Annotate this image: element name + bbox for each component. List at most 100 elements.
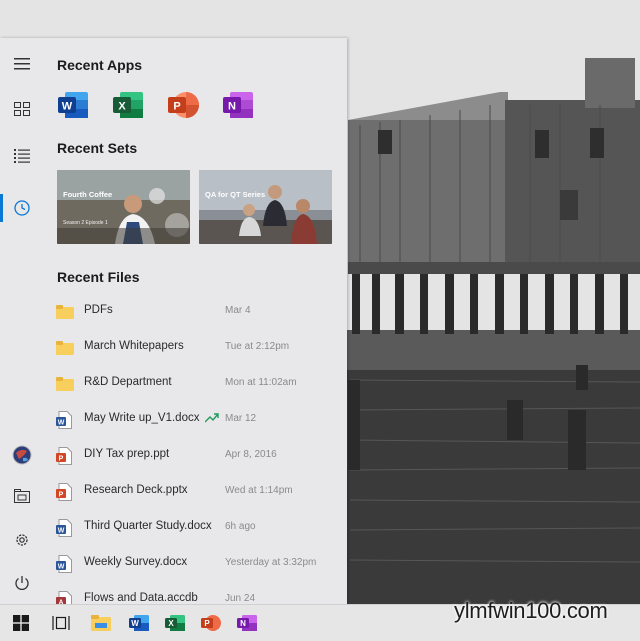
file-date: Mon at 11:02am <box>225 377 297 388</box>
recent-file-row[interactable]: A Flows and Data.accdb Jun 24 <box>56 582 338 604</box>
power-button[interactable] <box>0 565 44 601</box>
powerpoint-doc-icon: P <box>56 447 72 465</box>
excel-icon: X <box>165 615 185 631</box>
power-icon <box>15 576 29 590</box>
trending-icon <box>205 413 219 423</box>
svg-text:P: P <box>173 101 180 113</box>
file-type-icon <box>56 375 74 393</box>
set-thumbnail-image <box>57 170 190 244</box>
file-name: Weekly Survey.docx <box>84 556 188 568</box>
file-type-icon <box>56 339 74 357</box>
svg-text:P: P <box>59 491 64 498</box>
hamburger-icon <box>14 58 30 70</box>
task-view-icon <box>52 616 70 630</box>
file-name: PDFs <box>84 304 113 316</box>
svg-text:N: N <box>228 101 236 113</box>
list-icon <box>14 149 30 163</box>
taskbar-onenote[interactable]: N <box>228 605 266 641</box>
set-title: QA for QT Series <box>205 190 266 199</box>
svg-text:W: W <box>62 101 73 113</box>
svg-text:W: W <box>58 563 65 570</box>
file-date: Yesterday at 3:32pm <box>225 557 317 568</box>
file-name: R&D Department <box>84 376 172 388</box>
svg-text:X: X <box>168 619 174 628</box>
file-date: Apr 8, 2016 <box>225 449 277 460</box>
file-type-icon: W <box>56 519 74 537</box>
folder-icon <box>56 305 74 319</box>
powerpoint-icon: P <box>168 92 199 118</box>
recent-app-powerpoint[interactable]: P <box>167 90 199 120</box>
apps-button[interactable] <box>0 91 44 127</box>
file-date: Jun 24 <box>225 593 256 604</box>
hamburger-button[interactable] <box>0 46 44 82</box>
recent-file-row[interactable]: PDFs Mar 4 <box>56 294 338 330</box>
recent-file-row[interactable]: R&D Department Mon at 11:02am <box>56 366 338 402</box>
word-icon: W <box>129 615 149 631</box>
list-button[interactable] <box>0 138 44 174</box>
recent-files-title: Recent Files <box>57 269 140 285</box>
taskbar-excel[interactable]: X <box>156 605 194 641</box>
start-button[interactable] <box>2 605 40 641</box>
powerpoint-icon: P <box>201 615 221 631</box>
file-type-icon: W <box>56 411 74 429</box>
file-name: DIY Tax prep.ppt <box>84 448 170 460</box>
svg-text:W: W <box>58 527 65 534</box>
start-menu-rail <box>0 38 44 604</box>
word-doc-icon: W <box>56 411 72 429</box>
file-name: Third Quarter Study.docx <box>84 520 212 532</box>
media-button[interactable] <box>0 478 44 514</box>
recent-app-onenote[interactable]: N <box>222 90 254 120</box>
word-doc-icon: W <box>56 555 72 573</box>
file-date: 6h ago <box>225 521 256 532</box>
recent-file-row[interactable]: P Research Deck.pptx Wed at 1:14pm <box>56 474 338 510</box>
file-name: Research Deck.pptx <box>84 484 188 496</box>
svg-text:P: P <box>59 455 64 462</box>
recent-set-card-fourth-coffee[interactable]: Fourth Coffee Season 2 Episode 1 <box>57 170 190 244</box>
word-icon: W <box>58 92 88 118</box>
taskbar-word[interactable]: W <box>120 605 158 641</box>
word-doc-icon: W <box>56 519 72 537</box>
recent-file-row[interactable]: March Whitepapers Tue at 2:12pm <box>56 330 338 366</box>
recent-app-excel[interactable]: X <box>112 90 144 120</box>
folder-icon <box>56 377 74 391</box>
task-view-button[interactable] <box>42 605 80 641</box>
powerpoint-doc-icon: P <box>56 483 72 501</box>
recent-file-row[interactable]: W Weekly Survey.docx Yesterday at 3:32pm <box>56 546 338 582</box>
clock-icon <box>14 200 30 216</box>
file-date: Mar 4 <box>225 305 251 316</box>
gear-icon <box>16 534 28 546</box>
recent-file-row[interactable]: W Third Quarter Study.docx 6h ago <box>56 510 338 546</box>
media-folder-icon <box>14 489 30 503</box>
file-type-icon <box>56 303 74 321</box>
svg-text:W: W <box>131 619 139 628</box>
file-name: Flows and Data.accdb <box>84 592 198 604</box>
file-name: March Whitepapers <box>84 340 184 352</box>
folder-icon <box>56 341 74 355</box>
file-date: Wed at 1:14pm <box>225 485 293 496</box>
recent-app-word[interactable]: W <box>57 90 89 120</box>
settings-button[interactable] <box>0 522 44 558</box>
svg-text:X: X <box>118 101 126 113</box>
set-subtitle: Season 2 Episode 1 <box>63 220 108 226</box>
svg-text:P: P <box>204 619 210 628</box>
recent-set-card-qa-series[interactable]: QA for QT Series <box>199 170 332 244</box>
apps-grid-icon <box>14 102 30 116</box>
set-title: Fourth Coffee <box>63 190 113 199</box>
globe-icon <box>12 445 32 465</box>
file-date: Tue at 2:12pm <box>225 341 290 352</box>
recent-file-row[interactable]: W May Write up_V1.docx Mar 12 <box>56 402 338 438</box>
recent-file-row[interactable]: P DIY Tax prep.ppt Apr 8, 2016 <box>56 438 338 474</box>
recent-button[interactable] <box>0 190 44 226</box>
onenote-icon: N <box>237 615 257 631</box>
profile-button[interactable] <box>0 437 44 473</box>
access-doc-icon: A <box>56 591 72 604</box>
excel-icon: X <box>113 92 143 118</box>
set-thumbnail-image <box>199 170 332 244</box>
taskbar-file-explorer[interactable] <box>82 605 120 641</box>
file-type-icon: P <box>56 483 74 501</box>
onenote-icon: N <box>223 92 253 118</box>
taskbar-powerpoint[interactable]: P <box>192 605 230 641</box>
file-type-icon: A <box>56 591 74 604</box>
svg-text:N: N <box>240 619 246 628</box>
file-type-icon: W <box>56 555 74 573</box>
